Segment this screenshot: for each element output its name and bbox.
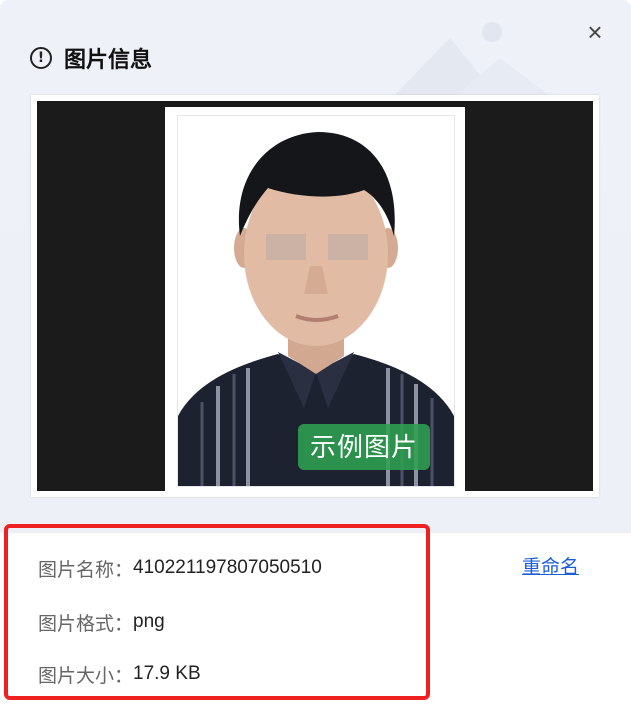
dialog-title-row: ! 图片信息 xyxy=(30,42,152,74)
mountain-decoration-icon xyxy=(390,22,555,100)
image-name-row: 图片名称： 410221197807050510 xyxy=(38,553,322,583)
image-info-dialog: × ! 图片信息 示例图片 图片名称： 410221197807050510 重… xyxy=(0,0,631,716)
sample-image-badge: 示例图片 xyxy=(298,424,430,470)
rename-link[interactable]: 重命名 xyxy=(522,553,579,583)
image-name-label: 图片名称： xyxy=(38,559,134,581)
image-format-label: 图片格式： xyxy=(38,613,134,635)
image-format-value: png xyxy=(133,611,165,632)
preview-background: 示例图片 xyxy=(37,101,593,493)
image-name-value: 410221197807050510 xyxy=(133,557,322,578)
info-icon: ! xyxy=(30,47,52,69)
image-size-label: 图片大小： xyxy=(38,665,134,687)
close-button[interactable]: × xyxy=(581,18,609,46)
image-preview: 示例图片 xyxy=(31,95,599,497)
image-format-row: 图片格式： png xyxy=(38,607,165,637)
image-size-value: 17.9 KB xyxy=(133,663,201,684)
dialog-title: 图片信息 xyxy=(64,47,153,72)
id-photo: 示例图片 xyxy=(177,115,455,487)
id-photo-card: 示例图片 xyxy=(165,107,465,493)
image-size-row: 图片大小： 17.9 KB xyxy=(38,659,201,689)
